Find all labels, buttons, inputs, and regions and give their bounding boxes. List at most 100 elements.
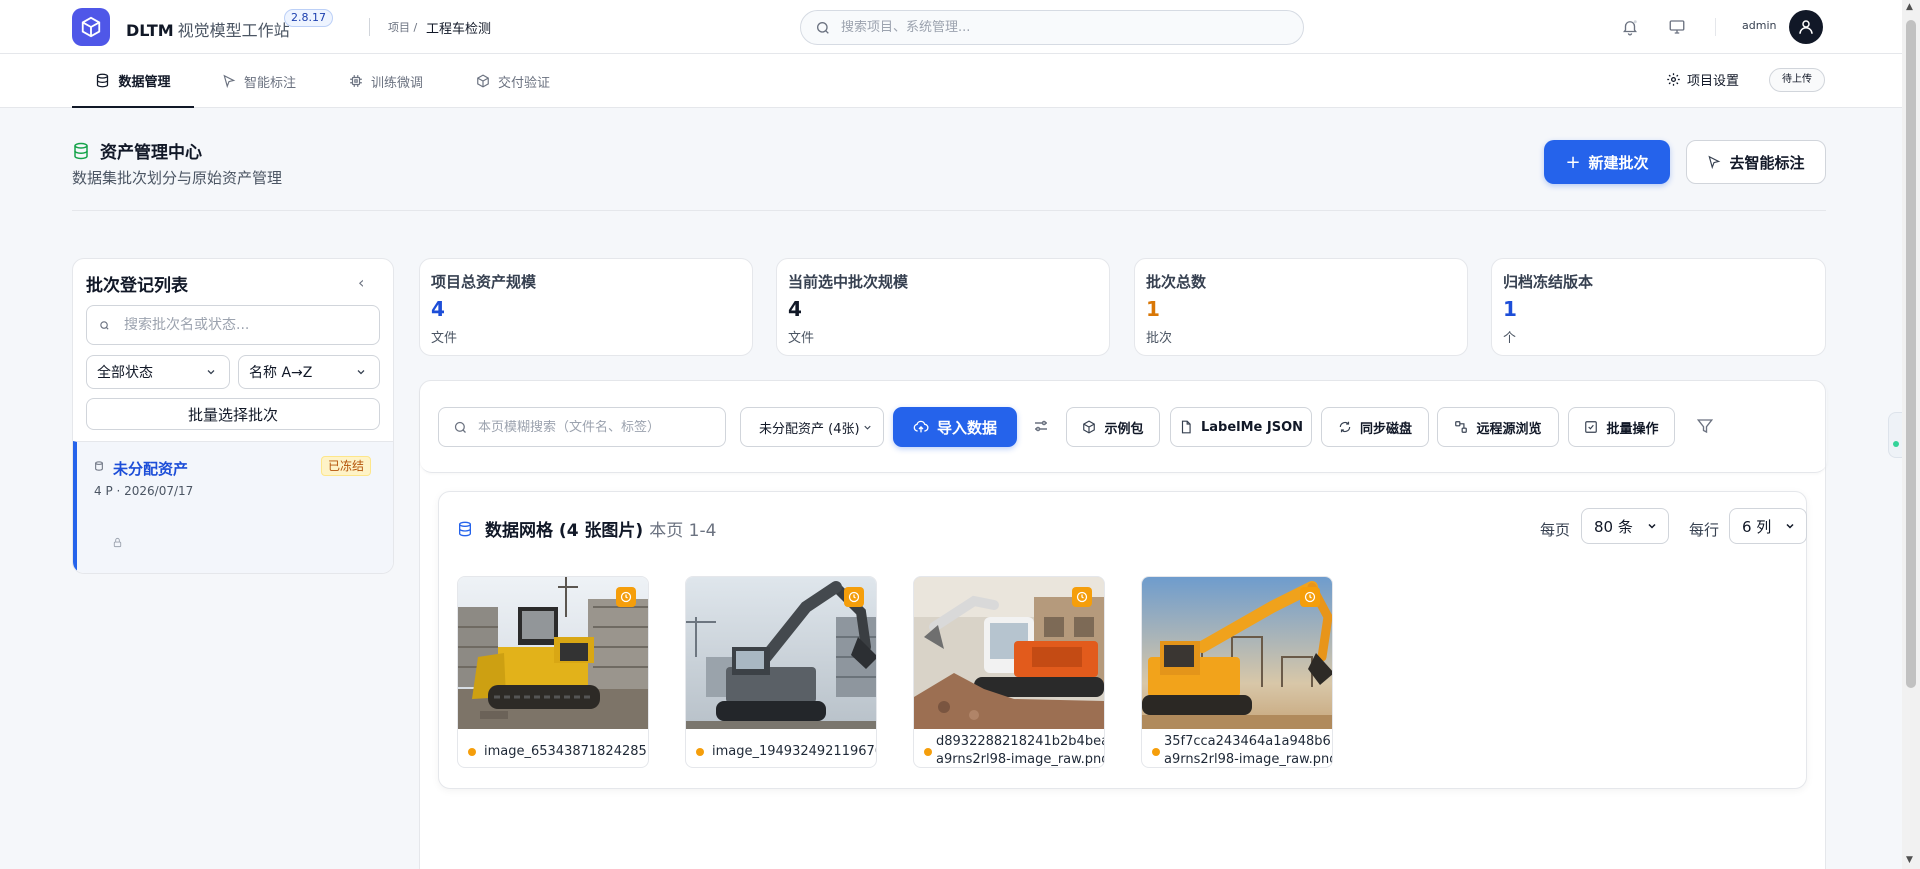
image-filename: image_194932492119676.png (712, 744, 876, 759)
image-card[interactable]: 35f7cca243464a1a948b6b68 a9rns2rl98-imag… (1141, 576, 1333, 768)
chevron-down-icon (864, 425, 871, 430)
batch-list-item[interactable]: 未分配资产 已冻结 4 P · 2026/07/17 (73, 441, 393, 573)
project-settings-button[interactable]: 项目设置 (1666, 70, 1739, 89)
stat-value: 1 (1503, 297, 1517, 321)
database-icon (95, 461, 103, 471)
image-card[interactable]: d8932288218241b2b4bea02e a9rns2rl98-imag… (913, 576, 1105, 768)
page-subtitle: 数据集批次划分与原始资产管理 (72, 169, 283, 187)
scroll-down-arrow-icon[interactable]: ▼ (1906, 855, 1913, 865)
image-filename: image_653438718242851.png (484, 744, 648, 759)
monitor-icon[interactable] (1664, 14, 1690, 40)
chevron-down-icon (1648, 523, 1656, 529)
stat-unit: 文件 (788, 331, 815, 346)
labelme-json-button[interactable]: LabelMe JSON (1170, 407, 1312, 447)
per-page-label: 每页 (1540, 521, 1571, 539)
tab-smart-annotation[interactable]: 智能标注 (222, 54, 296, 108)
new-batch-button[interactable]: + 新建批次 (1544, 140, 1670, 184)
page-search-input[interactable] (478, 419, 718, 435)
cursor-icon (223, 74, 236, 88)
go-annotate-label: 去智能标注 (1729, 153, 1805, 172)
scroll-up-arrow-icon[interactable]: ▲ (1906, 2, 1913, 12)
search-icon (817, 21, 829, 34)
global-search[interactable] (800, 10, 1304, 45)
pending-clock-icon (1300, 587, 1320, 607)
image-filename-line1: d8932288218241b2b4bea02e (936, 734, 1104, 749)
per-row-value: 6 列 (1742, 517, 1772, 536)
adjust-sliders-icon[interactable] (1032, 417, 1050, 435)
batch-search-input[interactable] (124, 317, 364, 333)
image-filename-line2: a9rns2rl98-image_raw.png (1164, 752, 1333, 767)
import-data-label: 导入数据 (936, 418, 997, 437)
tab-training[interactable]: 训练微调 (349, 54, 423, 108)
import-data-button[interactable]: 导入数据 (893, 407, 1017, 447)
image-card[interactable]: image_653438718242851.png (457, 576, 649, 768)
stat-label: 批次总数 (1146, 273, 1207, 291)
page-scrollbar[interactable]: ▲ ▼ (1902, 0, 1920, 869)
stat-unit: 文件 (431, 331, 458, 346)
status-dot (468, 748, 476, 756)
image-card[interactable]: image_194932492119676.png (685, 576, 877, 768)
data-grid-card: 数据网格 (4 张图片) 本页 1-4 每页 80 条 每行 6 列 image… (438, 491, 1807, 789)
notification-bell-icon[interactable] (1617, 14, 1643, 40)
global-search-input[interactable] (841, 20, 1281, 35)
sync-disk-button[interactable]: 同步磁盘 (1321, 407, 1429, 447)
filter-icon[interactable] (1696, 417, 1714, 435)
collapse-chevron-icon[interactable]: ‹ (358, 273, 364, 292)
page-range: 本页 1-4 (649, 521, 717, 541)
user-icon (1799, 20, 1813, 34)
header-divider (369, 18, 370, 36)
batch-operations-button[interactable]: 批量操作 (1568, 407, 1675, 447)
breadcrumb-project[interactable]: 工程车检测 (426, 18, 491, 37)
tab-label: 训练微调 (371, 75, 424, 91)
breadcrumb-label: 项目 / (388, 21, 418, 34)
scrollbar-thumb[interactable] (1906, 20, 1916, 688)
image-filename-line1: 35f7cca243464a1a948b6b68 (1164, 734, 1332, 749)
top-header: DLTM视觉模型工作站 2.8.17 项目 / 工程车检测 admin (0, 0, 1902, 54)
batch-search[interactable] (86, 305, 380, 345)
checkbox-icon (1585, 421, 1598, 433)
image-filename-line2: a9rns2rl98-image_raw.png (936, 752, 1105, 767)
app-logo-icon[interactable] (72, 8, 110, 46)
sample-pack-button[interactable]: 示例包 (1066, 407, 1160, 447)
status-indicator-dot (1893, 441, 1899, 447)
box-icon (1083, 420, 1096, 434)
asset-main-panel: 未分配资产 (4张) 导入数据 示例包 LabelMe JSON 同步磁盘 远程… (419, 380, 1827, 869)
lock-icon[interactable] (112, 537, 123, 548)
tab-data-management[interactable]: 数据管理 (72, 54, 194, 108)
side-drawer-handle[interactable] (1888, 412, 1902, 458)
per-row-select[interactable]: 6 列 (1729, 508, 1807, 544)
remote-browse-button[interactable]: 远程源浏览 (1437, 407, 1559, 447)
stat-card-selected-batch: 当前选中批次规模 4 文件 (776, 258, 1110, 356)
stat-label: 项目总资产规模 (431, 273, 537, 291)
status-dot (924, 748, 932, 756)
stat-card-total-assets: 项目总资产规模 4 文件 (419, 258, 753, 356)
go-annotate-button[interactable]: 去智能标注 (1686, 140, 1826, 184)
batch-select-button[interactable]: 批量选择批次 (86, 398, 380, 430)
refresh-icon (1339, 421, 1351, 433)
status-dot (1152, 748, 1160, 756)
status-filter-select[interactable]: 全部状态 (86, 355, 230, 389)
pending-clock-icon (616, 587, 636, 607)
chevron-down-icon (1786, 523, 1794, 529)
section-divider (72, 210, 1826, 211)
pending-clock-icon (844, 587, 864, 607)
gear-icon (1667, 73, 1680, 86)
tab-label: 智能标注 (244, 75, 297, 91)
pending-upload-badge[interactable]: 待上传 (1769, 68, 1825, 92)
cpu-icon (350, 75, 362, 87)
per-page-select[interactable]: 80 条 (1581, 508, 1669, 544)
user-avatar[interactable] (1789, 10, 1823, 44)
page-search[interactable] (438, 407, 726, 447)
sort-select[interactable]: 名称 A→Z (238, 355, 380, 389)
search-icon (100, 320, 109, 330)
chevron-down-icon (207, 370, 215, 375)
sample-pack-label: 示例包 (1104, 421, 1144, 437)
page-title-text: 资产管理中心 (100, 143, 202, 163)
cursor-icon (1708, 155, 1721, 169)
status-dot (696, 748, 704, 756)
sync-disk-label: 同步磁盘 (1359, 421, 1412, 437)
asset-batch-select[interactable]: 未分配资产 (4张) (740, 407, 884, 447)
tab-delivery[interactable]: 交付验证 (476, 54, 550, 108)
batch-meta: 4 P · 2026/07/17 (94, 484, 194, 498)
stat-card-frozen-versions: 归档冻结版本 1 个 (1491, 258, 1826, 356)
